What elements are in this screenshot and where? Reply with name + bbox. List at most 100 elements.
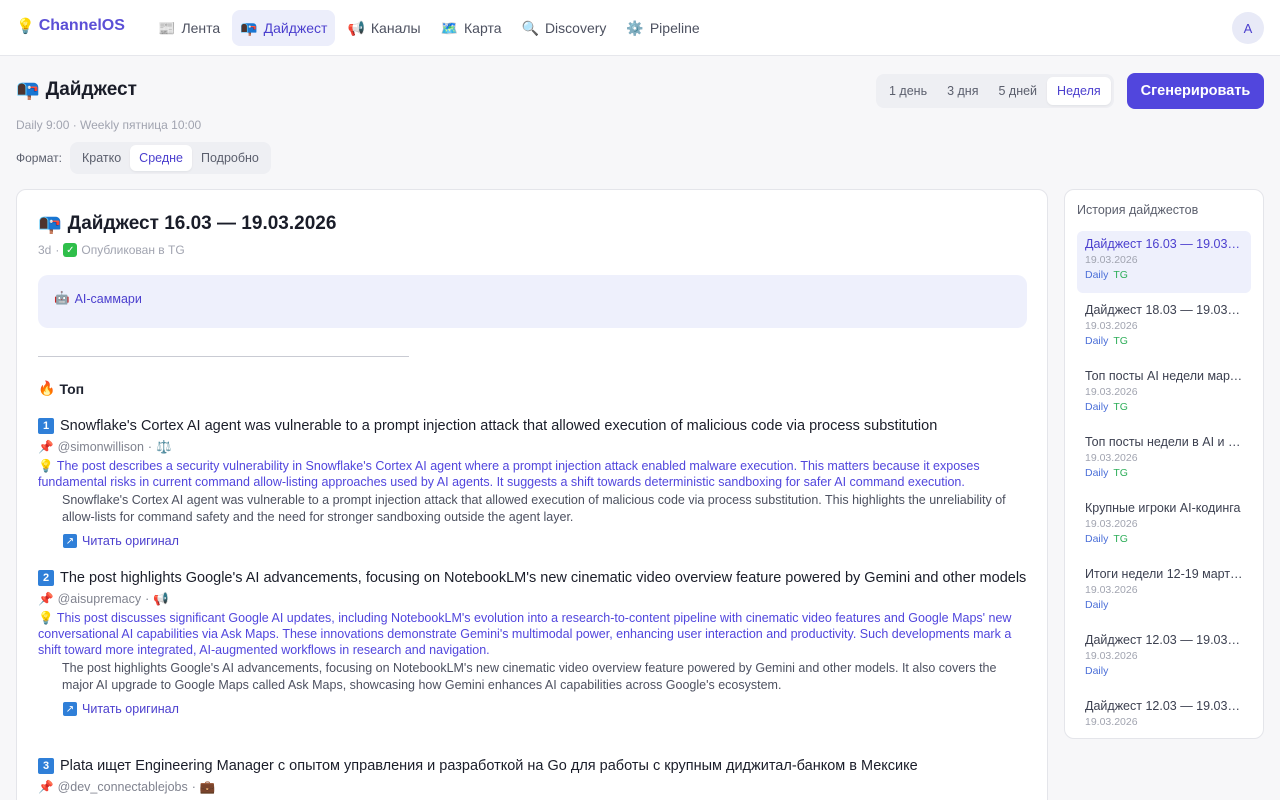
history-item-tags: Daily (1085, 665, 1243, 677)
brand-name: ChannelOS (38, 17, 125, 34)
digest-title: 📭 Дайджест 16.03 — 19.03.2026 (38, 212, 336, 236)
meta-separator: · (191, 780, 196, 794)
period-option-1-day[interactable]: 1 день (879, 77, 937, 105)
megaphone-icon: 📢 (347, 19, 365, 36)
history-item-date: 19.03.2026 (1085, 386, 1138, 398)
post-title: 3 Plata ищет Engineering Manager с опыто… (38, 756, 1028, 776)
meta-separator: · (55, 243, 60, 257)
post-text: The post highlights Google's AI advancem… (62, 661, 997, 692)
post-title: 2 The post highlights Google's AI advanc… (38, 568, 1028, 588)
page-title-text: Дайджест (45, 79, 137, 100)
nav-item-discovery[interactable]: 🔍 Discovery (514, 10, 615, 46)
history-item-date: 19.03.2026 (1085, 452, 1138, 464)
post-title-text: Snowflake's Cortex AI agent was vulnerab… (60, 418, 938, 434)
mailbox-icon: 📭 (240, 19, 258, 36)
format-option-medium[interactable]: Средне (130, 145, 192, 171)
generate-button[interactable]: Сгенерировать (1127, 73, 1264, 109)
newspaper-icon: 📰 (158, 19, 176, 36)
schedule-info: Daily 9:00 · Weekly пятница 10:00 (16, 118, 202, 132)
history-item[interactable]: Дайджест 18.03 — 19.03.2026 19.03.2026 Dai… (1077, 297, 1251, 359)
tag-daily: Daily (1085, 599, 1109, 611)
page-title: 📭 Дайджест (16, 78, 137, 102)
brand-logo[interactable]: 💡 ChannelOS (16, 17, 125, 35)
history-item-date: 19.03.2026 (1085, 254, 1138, 266)
nav-item-digest[interactable]: 📭 Дайджест (232, 10, 336, 46)
history-item-tags: Daily (1085, 599, 1243, 611)
post-title-text: Plata ищет Engineering Manager с опытом … (60, 758, 918, 774)
format-selector: Формат: Кратко Средне Подробно (16, 142, 271, 174)
section-heading-top: 🔥 Топ (38, 380, 84, 397)
check-icon: ✓ (63, 243, 78, 257)
period-option-3-days[interactable]: 3 дня (937, 77, 988, 105)
tag-tg: TG (1113, 335, 1128, 347)
top-nav-bar: 💡 ChannelOS 📰 Лента 📭 Дайджест 📢 Каналы … (0, 0, 1280, 56)
post-meta: 📌 @aisupremacy · 📢 (38, 590, 1028, 608)
history-item-tags: Daily TG (1085, 401, 1243, 413)
tag-daily: Daily (1085, 665, 1109, 677)
history-heading: История дайджестов (1077, 203, 1199, 217)
history-item-title: Итоги недели 12-19 марта 2026 (1085, 567, 1243, 581)
history-item[interactable]: Дайджест 12.03 — 19.03.2026 19.03.2026 (1077, 693, 1251, 738)
lightbulb-icon: 💡 (38, 459, 54, 473)
format-option-detailed[interactable]: Подробно (192, 145, 268, 171)
ai-summary-toggle[interactable]: 🤖 AI-саммари (54, 291, 142, 306)
format-option-short[interactable]: Кратко (73, 145, 130, 171)
nav-label: Карта (464, 20, 502, 36)
history-item-title: Топ посты AI недели март 2026 (1085, 369, 1243, 383)
divider (38, 356, 409, 357)
nav-item-channels[interactable]: 📢 Каналы (339, 10, 428, 46)
post-author[interactable]: @simonwillison (58, 440, 144, 454)
tag-daily: Daily (1085, 401, 1109, 413)
nav-label: Дайджест (263, 20, 328, 36)
history-item[interactable]: Крупные игроки AI-кодинга 19.03.2026 Daily… (1077, 495, 1251, 557)
tag-tg: TG (1113, 401, 1128, 413)
magnifier-icon: 🔍 (521, 19, 539, 36)
history-item[interactable]: Топ посты недели в AI и разработке 19.03.… (1077, 429, 1251, 491)
meta-separator: · (145, 592, 150, 606)
tag-daily: Daily (1085, 335, 1109, 347)
ai-note-text: This post discusses significant Google A… (38, 611, 1012, 657)
robot-icon: 🤖 (54, 291, 70, 305)
tag-daily: Daily (1085, 269, 1109, 281)
post-text: Snowflake's Cortex AI agent was vulnerab… (62, 493, 1006, 524)
history-item[interactable]: Топ посты AI недели март 2026 19.03.2026 D… (1077, 363, 1251, 425)
nav-item-pipeline[interactable]: ⚙️ Pipeline (618, 10, 707, 46)
pin-icon: 📌 (38, 439, 54, 454)
history-item[interactable]: Дайджест 12.03 — 19.03.2026 19.03.2026 Dai… (1077, 627, 1251, 689)
tag-tg: TG (1113, 269, 1128, 281)
read-original-link[interactable]: ↗ Читать оригинал (38, 702, 1028, 716)
history-item-tags: Daily TG (1085, 533, 1243, 545)
external-link-icon: ↗ (63, 702, 77, 716)
main-nav: 📰 Лента 📭 Дайджест 📢 Каналы 🗺️ Карта 🔍 D… (150, 10, 708, 46)
period-option-week[interactable]: Неделя (1047, 77, 1111, 105)
history-item-date: 19.03.2026 (1085, 650, 1138, 662)
tag-tg: TG (1113, 467, 1128, 479)
ai-note: 💡 This post discusses significant Google… (38, 610, 1028, 658)
lightbulb-icon: 💡 (16, 18, 35, 35)
period-option-5-days[interactable]: 5 дней (988, 77, 1047, 105)
post-author[interactable]: @aisupremacy (58, 592, 142, 606)
digest-meta: 3d · ✓ Опубликован в TG (38, 243, 185, 257)
external-link-icon: ↗ (63, 534, 77, 548)
digest-title-text: Дайджест 16.03 — 19.03.2026 (67, 213, 337, 234)
history-item-title: Дайджест 18.03 — 19.03.2026 (1085, 303, 1243, 317)
history-item-title: Крупные игроки AI-кодинга (1085, 501, 1241, 515)
nav-item-feed[interactable]: 📰 Лента (150, 10, 228, 46)
briefcase-icon: 💼 (199, 779, 216, 794)
read-original-link[interactable]: ↗ Читать оригинал (38, 534, 1028, 548)
megaphone-icon: 📢 (153, 591, 169, 606)
history-item[interactable]: Дайджест 16.03 — 19.03.2026 19.03.2026 Dai… (1077, 231, 1251, 293)
pin-icon: 📌 (38, 591, 54, 606)
post-title: 1 Snowflake's Cortex AI agent was vulner… (38, 416, 1028, 436)
post-author[interactable]: @dev_connectablejobs (58, 780, 188, 794)
user-avatar[interactable]: A (1232, 12, 1264, 44)
history-item-date: 19.03.2026 (1085, 584, 1138, 596)
ai-note: 💡 The post describes a security vulnerab… (38, 458, 1028, 490)
publish-status: Опубликован в TG (81, 243, 185, 257)
fire-icon: 🔥 (38, 380, 56, 396)
map-icon: 🗺️ (440, 19, 459, 36)
history-item[interactable]: Итоги недели 12-19 марта 2026 19.03.2026 D… (1077, 561, 1251, 623)
history-item-title: Дайджест 12.03 — 19.03.2026 (1085, 699, 1243, 713)
pin-icon: 📌 (38, 779, 54, 794)
nav-item-map[interactable]: 🗺️ Карта (433, 10, 510, 46)
